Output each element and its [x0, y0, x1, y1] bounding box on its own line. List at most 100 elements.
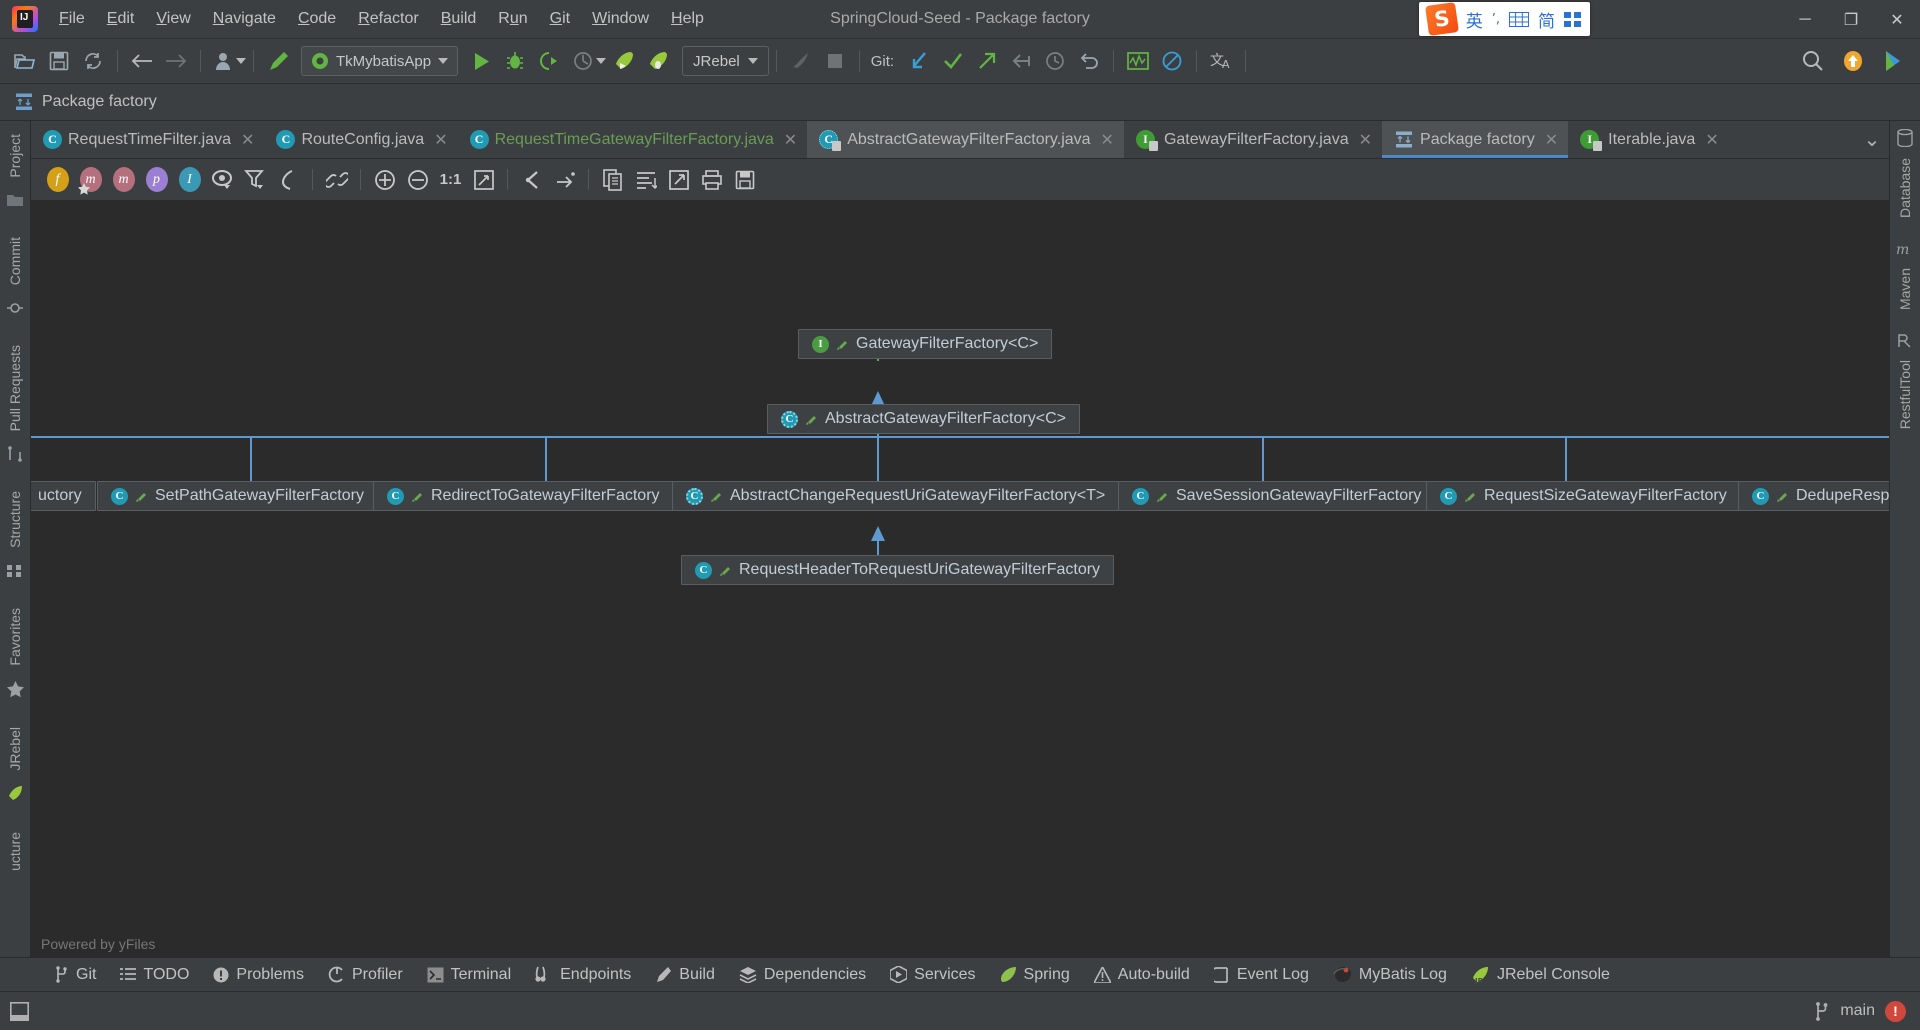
sidebar-item-project[interactable]: Project: [7, 125, 23, 187]
history-clock-icon[interactable]: [1038, 45, 1072, 77]
show-methods-toggle[interactable]: m: [107, 165, 140, 195]
menu-bar[interactable]: FFileile Edit View Navigate Code Refacto…: [48, 6, 715, 32]
git-update-project-icon[interactable]: [902, 45, 936, 77]
forward-arrow-icon[interactable]: [159, 45, 193, 77]
diagram-node-gatewayfilterfactory[interactable]: I GatewayFilterFactory<C>: [798, 329, 1053, 359]
run-configuration-selector[interactable]: TkMybatisApp: [301, 46, 459, 76]
editor-tab-iterable[interactable]: I Iterable.java ✕: [1568, 121, 1729, 158]
menu-run[interactable]: Run: [487, 6, 538, 32]
hotswap-icon[interactable]: [784, 45, 818, 77]
git-push-icon[interactable]: [970, 45, 1004, 77]
tool-window-jrebel-console[interactable]: JR JRebel Console: [1459, 962, 1622, 988]
diagram-node-setpathgatewayfilterfactory[interactable]: C SetPathGatewayFilterFactory: [97, 481, 378, 511]
editor-tab-package-factory[interactable]: Package factory ✕: [1382, 121, 1569, 158]
sync-icon[interactable]: [76, 45, 110, 77]
restful-icon[interactable]: [1897, 333, 1913, 349]
uml-diagram-canvas[interactable]: I GatewayFilterFactory<C> C AbstractGate…: [31, 201, 1889, 960]
database-icon[interactable]: [1897, 129, 1913, 147]
profiler-button[interactable]: [566, 45, 600, 77]
tool-window-terminal[interactable]: Terminal: [415, 962, 523, 988]
structure-icon[interactable]: [7, 563, 23, 579]
close-icon[interactable]: ✕: [1359, 130, 1372, 150]
close-icon[interactable]: ✕: [1545, 130, 1558, 150]
tool-window-services[interactable]: Services: [878, 962, 987, 988]
save-diagram-button[interactable]: [728, 165, 761, 195]
tool-window-event-log[interactable]: Event Log: [1202, 962, 1321, 988]
actual-size-button[interactable]: 1:1: [434, 165, 467, 195]
close-icon[interactable]: ✕: [241, 130, 254, 150]
editor-tab-abstractgatewayfilterfactory[interactable]: C AbstractGatewayFilterFactory.java ✕: [807, 121, 1124, 158]
git-branch-icon[interactable]: [1814, 1001, 1830, 1021]
show-fields-toggle[interactable]: f: [41, 165, 74, 195]
diagram-node-redirecttogatewayfilterfactory[interactable]: C RedirectToGatewayFilterFactory: [373, 481, 674, 511]
diagram-node-deduperesponse[interactable]: C DedupeRespo: [1738, 481, 1889, 511]
zoom-in-button[interactable]: [368, 165, 401, 195]
tabs-overflow-button[interactable]: ⌄: [1855, 121, 1889, 158]
monitor-chart-icon[interactable]: [1121, 45, 1155, 77]
ime-toolbox-icon[interactable]: [1564, 11, 1582, 27]
menu-refactor[interactable]: Refactor: [347, 6, 429, 32]
close-icon[interactable]: ✕: [434, 130, 447, 150]
menu-code[interactable]: Code: [287, 6, 347, 32]
tool-window-git[interactable]: Git: [42, 962, 108, 988]
close-icon[interactable]: ✕: [784, 130, 797, 150]
jrebel-icon[interactable]: [6, 785, 24, 803]
open-project-icon[interactable]: [8, 45, 42, 77]
maven-icon[interactable]: m: [1896, 241, 1914, 257]
back-arrow-icon[interactable]: [125, 45, 159, 77]
breadcrumb[interactable]: Package factory: [42, 93, 157, 111]
profiler-caret-icon[interactable]: [596, 58, 607, 64]
star-icon[interactable]: [6, 680, 24, 698]
editor-tab-routeconfig[interactable]: C RouteConfig.java ✕: [264, 121, 458, 158]
export-button[interactable]: [662, 165, 695, 195]
zoom-out-button[interactable]: [401, 165, 434, 195]
tool-window-todo[interactable]: TODO: [108, 962, 201, 988]
tool-window-profiler[interactable]: Profiler: [316, 962, 415, 988]
sidebar-item-pull-requests[interactable]: Pull Requests: [7, 336, 23, 440]
undo-icon[interactable]: [1072, 45, 1106, 77]
menu-view[interactable]: View: [145, 6, 201, 32]
editor-tab-gatewayfilterfactory[interactable]: I GatewayFilterFactory.java ✕: [1123, 121, 1383, 158]
close-button[interactable]: ✕: [1874, 0, 1920, 39]
tool-window-dependencies[interactable]: Dependencies: [727, 962, 878, 988]
sidebar-item-maven[interactable]: Maven: [1897, 259, 1913, 319]
disable-icon[interactable]: [1155, 45, 1189, 77]
save-all-icon[interactable]: [42, 45, 76, 77]
tool-window-mybatis-log[interactable]: MyBatis Log: [1321, 962, 1459, 988]
tool-window-auto-build[interactable]: Auto-build: [1082, 962, 1202, 988]
sidebar-item-favorites[interactable]: Favorites: [7, 599, 23, 675]
sidebar-item-jrebel[interactable]: JRebel: [7, 718, 23, 780]
editor-tab-requesttimefilter[interactable]: C RequestTimeFilter.java ✕: [31, 121, 265, 158]
show-dependencies-toggle[interactable]: [272, 165, 305, 195]
filter-dropdown[interactable]: [239, 165, 272, 195]
sidebar-item-structure-bottom[interactable]: ucture: [7, 823, 23, 880]
sidebar-item-commit[interactable]: Commit: [7, 228, 23, 294]
tool-window-build[interactable]: Build: [643, 962, 727, 988]
tool-window-problems[interactable]: Problems: [201, 962, 316, 988]
diagram-node-requestsizegatewayfilterfactory[interactable]: C RequestSizeGatewayFilterFactory: [1426, 481, 1741, 511]
git-commit-icon[interactable]: [936, 45, 970, 77]
show-constructors-toggle[interactable]: m: [74, 165, 107, 195]
search-everywhere-icon[interactable]: [1796, 45, 1830, 77]
debug-button[interactable]: [498, 45, 532, 77]
visibility-level-dropdown[interactable]: [206, 165, 239, 195]
ime-mode[interactable]: 英: [1466, 7, 1483, 32]
print-button[interactable]: [695, 165, 728, 195]
menu-window[interactable]: Window: [581, 6, 660, 32]
diagram-node-savesessiongatewayfilterfactory[interactable]: C SaveSessionGatewayFilterFactory: [1118, 481, 1436, 511]
sidebar-item-restful-tool[interactable]: RestfulTool: [1897, 351, 1913, 438]
layout-icon[interactable]: [10, 1001, 29, 1021]
run-config-caret-icon[interactable]: [438, 58, 449, 64]
diagram-node-clipped-left[interactable]: uctory: [31, 481, 96, 511]
jrebel-run-icon[interactable]: [606, 45, 640, 77]
layout-button[interactable]: [515, 165, 548, 195]
close-icon[interactable]: ✕: [1705, 130, 1718, 150]
menu-help[interactable]: Help: [660, 6, 715, 32]
sidebar-item-structure[interactable]: Structure: [7, 482, 23, 557]
commit-icon[interactable]: [7, 300, 23, 316]
close-icon[interactable]: ✕: [1101, 130, 1114, 150]
ime-toolbar[interactable]: S 英 ’, 简: [1418, 2, 1590, 36]
update-available-icon[interactable]: [1836, 45, 1870, 77]
current-branch-label[interactable]: main: [1840, 1002, 1875, 1020]
menu-file[interactable]: FFileile: [48, 6, 96, 32]
